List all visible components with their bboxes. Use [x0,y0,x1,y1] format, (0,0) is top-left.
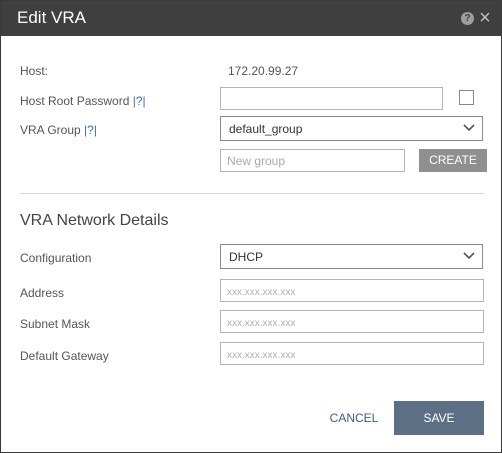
address-label: Address [20,286,65,300]
vra-group-select[interactable]: default_group [220,116,483,141]
network-section-title: VRA Network Details [20,212,169,229]
section-divider [20,193,484,194]
host-label: Host: [20,64,49,78]
configuration-selected-value: DHCP [229,250,264,264]
chevron-down-icon [463,252,475,260]
host-root-password-label: Host Root Password |?| [20,94,146,108]
create-button[interactable]: CREATE [419,149,487,172]
host-root-password-label-text: Host Root Password [20,94,130,108]
show-password-checkbox[interactable] [459,90,474,105]
vra-group-selected-value: default_group [229,122,303,136]
dialog-title: Edit VRA [17,8,86,27]
configuration-label: Configuration [20,251,92,265]
edit-vra-dialog: Edit VRA ? × Host: 172.20.99.27 Host Roo… [0,0,502,453]
vra-group-help-link[interactable]: |?| [84,123,97,137]
save-button[interactable]: SAVE [394,401,484,435]
cancel-button[interactable]: CANCEL [323,401,385,435]
host-value: 172.20.99.27 [228,64,299,78]
new-group-input[interactable] [220,149,405,172]
default-gateway-input[interactable] [220,342,484,365]
host-root-password-input[interactable] [220,87,443,110]
subnet-mask-label: Subnet Mask [20,317,91,331]
close-icon[interactable]: × [477,7,493,29]
address-input[interactable] [220,279,484,302]
host-root-password-help-link[interactable]: |?| [133,94,146,108]
vra-group-label-text: VRA Group [20,123,81,137]
configuration-select[interactable]: DHCP [220,244,483,269]
question-mark-icon[interactable]: ? [461,12,474,25]
dialog-titlebar: Edit VRA ? × [1,1,501,36]
default-gateway-label: Default Gateway [20,349,109,363]
chevron-down-icon [463,124,475,132]
subnet-mask-input[interactable] [220,310,484,333]
vra-group-label: VRA Group |?| [20,123,97,137]
